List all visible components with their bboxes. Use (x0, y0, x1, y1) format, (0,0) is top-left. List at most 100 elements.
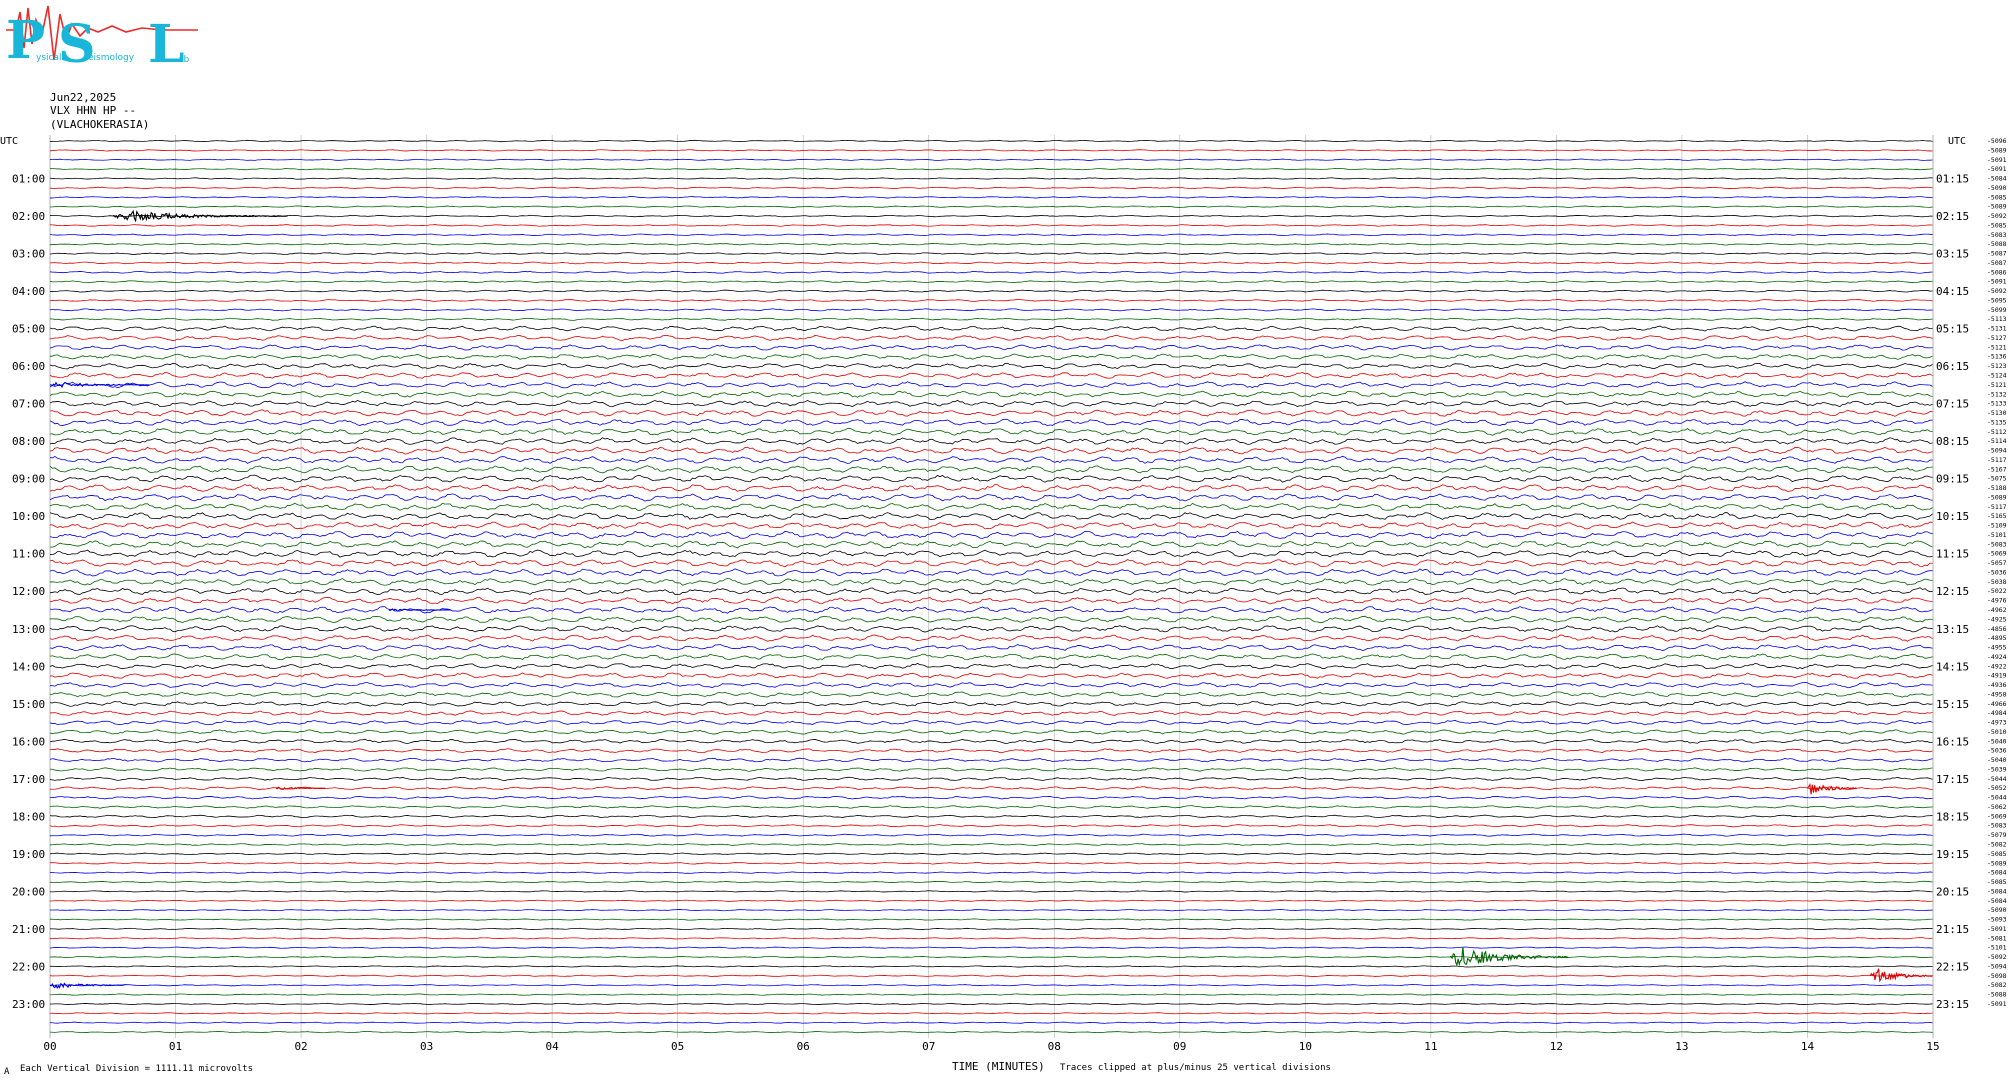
trace-offset-label: -5087 (1987, 259, 2007, 267)
trace-offset-label: -5069 (1987, 812, 2007, 820)
corner-mark: A (4, 1067, 10, 1077)
trace-offset-label: -5038 (1987, 578, 2007, 586)
x-tick-label: 14 (1801, 1040, 1815, 1053)
trace-offset-label: -5089 (1987, 493, 2007, 501)
left-hour-label: 17:00 (12, 773, 45, 786)
seismic-trace (49, 700, 1933, 707)
seismic-trace (49, 681, 1933, 689)
seismic-trace (49, 577, 1933, 586)
left-hour-label: 04:00 (12, 285, 45, 298)
right-hour-label: 06:15 (1936, 360, 1969, 373)
x-tick-label: 06 (797, 1040, 810, 1053)
left-hour-label: 01:00 (12, 173, 45, 186)
trace-offset-label: -5091 (1987, 278, 2007, 286)
right-hour-label: 03:15 (1936, 248, 1969, 261)
right-hour-label: 08:15 (1936, 435, 1969, 448)
seismic-trace (49, 946, 1933, 949)
seismic-trace (50, 1002, 1933, 1006)
trace-offset-label: -5040 (1987, 756, 2007, 764)
x-tick-label: 09 (1173, 1040, 1186, 1053)
right-hour-label: 17:15 (1936, 773, 1969, 786)
trace-offset-label: -5165 (1987, 512, 2007, 520)
right-hour-label: 18:15 (1936, 810, 1969, 823)
seismic-event (112, 209, 289, 223)
seismic-trace (49, 852, 1933, 856)
seismic-trace (49, 625, 1933, 633)
left-hour-label: 10:00 (12, 510, 45, 523)
trace-offset-label: -5167 (1987, 465, 2007, 473)
seismic-trace (49, 224, 1933, 227)
right-hour-label: 01:15 (1936, 173, 1969, 186)
trace-offset-label: -4958 (1987, 690, 2007, 698)
trace-offset-label: -5091 (1987, 1000, 2007, 1008)
seismic-trace (49, 446, 1933, 455)
seismic-trace (49, 418, 1933, 427)
trace-offset-label: -5092 (1987, 287, 2007, 295)
trace-offset-label: -5088 (1987, 240, 2007, 248)
seismic-trace (49, 540, 1933, 549)
seismic-trace (49, 177, 1933, 180)
seismic-trace (49, 984, 1933, 987)
seismic-trace (49, 634, 1933, 642)
trace-offset-label: -5083 (1987, 822, 2007, 830)
trace-layer (49, 139, 1933, 1034)
right-hour-label: 04:15 (1936, 285, 1969, 298)
right-hour-label: 23:15 (1936, 998, 1969, 1011)
trace-offset-label: -5087 (1987, 250, 2007, 258)
right-hour-label: 20:15 (1936, 885, 1969, 898)
right-hour-label: 21:15 (1936, 923, 1969, 936)
trace-offset-label: -5113 (1987, 315, 2007, 323)
seismic-trace (49, 767, 1933, 772)
trace-offset-label: -5091 (1987, 165, 2007, 173)
trace-offset-label: -5130 (1987, 409, 2007, 417)
left-hour-label: 22:00 (12, 960, 45, 973)
trace-offset-label: -4973 (1987, 719, 2007, 727)
trace-offset-label: -5095 (1987, 296, 2007, 304)
trace-offset-label: -4919 (1987, 672, 2007, 680)
trace-offset-label: -4966 (1987, 700, 2007, 708)
trace-offset-label: -5084 (1987, 869, 2007, 877)
trace-offset-label: -5121 (1987, 381, 2007, 389)
trace-offset-label: -5109 (1987, 522, 2007, 530)
scale-note: Each Vertical Division = 1111.11 microvo… (20, 1064, 253, 1074)
seismic-trace (49, 186, 1933, 190)
trace-offset-label: -5044 (1987, 775, 2007, 783)
trace-offset-label: -5098 (1987, 972, 2007, 980)
x-tick-label: 08 (1048, 1040, 1061, 1053)
seismic-trace (49, 615, 1933, 624)
x-tick-label: 12 (1550, 1040, 1563, 1053)
trace-offset-label: -5036 (1987, 747, 2007, 755)
trace-offset-label: -5112 (1987, 428, 2007, 436)
right-hour-label: 07:15 (1936, 398, 1969, 411)
seismic-trace (49, 786, 1933, 791)
left-hour-label: 21:00 (12, 923, 45, 936)
right-hour-label: 10:15 (1936, 510, 1969, 523)
seismic-trace (49, 455, 1933, 464)
trace-offset-label: -4922 (1987, 662, 2007, 670)
seismic-trace (49, 1031, 1933, 1034)
trace-offset-label: -5091 (1987, 925, 2007, 933)
seismic-trace (49, 890, 1933, 893)
seismic-trace (49, 871, 1933, 874)
seismic-trace (49, 428, 1933, 436)
trace-offset-label: -5044 (1987, 794, 2007, 802)
trace-offset-label: -5092 (1987, 212, 2007, 220)
seismic-trace (49, 549, 1933, 558)
seismic-trace (49, 606, 1933, 614)
seismic-trace (49, 390, 1933, 398)
trace-offset-label: -5090 (1987, 184, 2007, 192)
trace-offset-label: -5124 (1987, 372, 2007, 380)
seismic-trace (49, 1012, 1933, 1015)
trace-offset-label: -5094 (1987, 447, 2007, 455)
left-hour-label: 20:00 (12, 885, 45, 898)
trace-offset-label: -5101 (1987, 944, 2007, 952)
seismic-trace (49, 568, 1933, 577)
trace-offset-label: -5085 (1987, 221, 2007, 229)
right-hour-label: 05:15 (1936, 323, 1969, 336)
grid (49, 135, 1934, 1039)
left-hour-label: 03:00 (12, 248, 45, 261)
x-tick-label: 11 (1424, 1040, 1437, 1053)
trace-offset-label: -5131 (1987, 325, 2007, 333)
right-hour-label: 19:15 (1936, 848, 1969, 861)
right-hour-label: 13:15 (1936, 623, 1969, 636)
